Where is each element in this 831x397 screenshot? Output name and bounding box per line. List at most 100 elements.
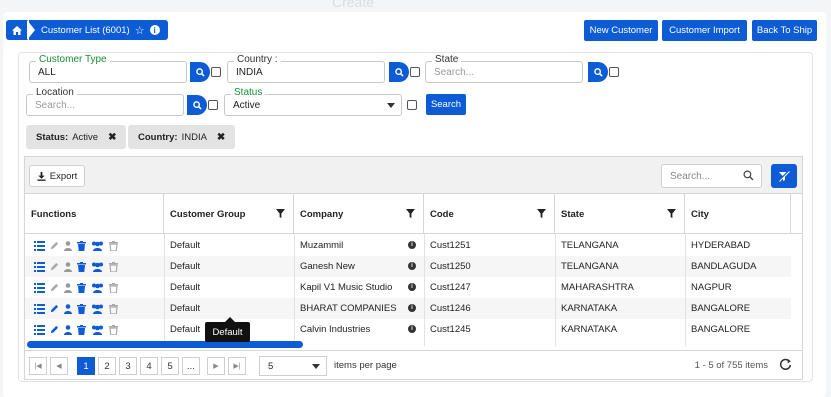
star-icon[interactable]: ☆ [135, 24, 145, 37]
status-value: Active [233, 100, 261, 111]
functions-cell [25, 319, 164, 340]
user-icon[interactable] [64, 324, 72, 335]
state-field[interactable]: State Search... [425, 54, 583, 83]
customer-import-button[interactable]: Customer Import [662, 20, 747, 41]
horizontal-scrollbar[interactable] [27, 341, 303, 348]
edit-pencil-icon[interactable] [50, 325, 59, 334]
trash-icon[interactable] [109, 240, 118, 251]
trash-icon[interactable] [109, 282, 118, 293]
list-icon[interactable] [34, 324, 45, 335]
filter-icon[interactable] [667, 209, 676, 218]
column-header-city[interactable]: City [685, 194, 791, 234]
delete-icon[interactable] [77, 282, 86, 293]
location-search-button[interactable] [187, 95, 207, 115]
state-checkbox[interactable] [609, 67, 619, 77]
clear-filters-button[interactable] [771, 164, 797, 188]
search-icon [192, 100, 202, 110]
column-header-customer-group[interactable]: Customer Group [164, 194, 294, 234]
home-icon [12, 25, 22, 35]
search-button[interactable]: Search [426, 94, 466, 115]
edit-pencil-icon[interactable] [50, 241, 59, 250]
status-checkbox[interactable] [407, 100, 417, 110]
table-row[interactable]: Default Calvin Industries i Cust1245 KARNATA… [25, 319, 791, 340]
user-icon[interactable] [64, 240, 72, 251]
filter-icon[interactable] [537, 209, 546, 218]
delete-icon[interactable] [77, 303, 86, 314]
column-header-code[interactable]: Code [424, 194, 555, 234]
location-field[interactable]: Location Search... [26, 87, 184, 116]
info-icon[interactable]: i [408, 325, 416, 333]
page-button-4[interactable]: 4 [140, 357, 158, 375]
filter-icon[interactable] [276, 209, 285, 218]
page-button-1[interactable]: 1 [77, 357, 95, 375]
back-to-ship-button[interactable]: Back To Ship [752, 20, 817, 41]
new-customer-button[interactable]: New Customer [584, 20, 658, 41]
table-row[interactable]: Default Ganesh New i Cust1250 TELANGANA BANDL… [25, 256, 791, 277]
location-label: Location [33, 87, 77, 98]
previous-page-button[interactable]: ◀ [50, 357, 68, 375]
users-group-icon[interactable] [91, 283, 104, 293]
customer-type-checkbox[interactable] [211, 67, 221, 77]
country-field[interactable]: Country : INDIA [227, 54, 385, 83]
page-size-select[interactable]: 5 [259, 356, 327, 376]
table-row[interactable]: Default Muzammil i Cust1251 TELANGANA HYDERAB… [25, 235, 791, 256]
column-header-state[interactable]: State [555, 194, 685, 234]
country-filter-chip: Country: INDIA ✖ [128, 125, 236, 149]
customer-type-search-button[interactable] [190, 62, 210, 82]
breadcrumb-separator [27, 20, 35, 40]
customer-type-field[interactable]: Customer Type ALL [29, 54, 187, 83]
grid-search-input[interactable]: Search... [661, 164, 762, 188]
delete-icon[interactable] [77, 240, 86, 251]
last-page-button[interactable]: ▶| [228, 357, 246, 375]
list-icon[interactable] [34, 303, 45, 314]
location-checkbox[interactable] [208, 100, 218, 110]
delete-icon[interactable] [77, 324, 86, 335]
close-icon[interactable]: ✖ [108, 132, 116, 143]
users-group-icon[interactable] [91, 262, 104, 272]
edit-pencil-icon[interactable] [50, 262, 59, 271]
user-icon[interactable] [64, 282, 72, 293]
edit-pencil-icon[interactable] [50, 304, 59, 313]
close-icon[interactable]: ✖ [217, 132, 225, 143]
user-icon[interactable] [64, 261, 72, 272]
info-icon[interactable]: i [408, 241, 416, 249]
city-cell: HYDERABAD [691, 240, 751, 251]
users-group-icon[interactable] [91, 304, 104, 314]
users-group-icon[interactable] [91, 325, 104, 335]
home-button[interactable] [6, 20, 28, 40]
table-row[interactable]: Default BHARAT COMPANIES i Cust1246 KARNATAK… [25, 298, 791, 319]
info-icon[interactable]: i [408, 262, 416, 270]
table-row[interactable]: Default Kapil V1 Music Studio i Cust1247 MAH… [25, 277, 791, 298]
user-icon[interactable] [64, 303, 72, 314]
page-button-3[interactable]: 3 [119, 357, 137, 375]
info-icon[interactable]: i [408, 283, 416, 291]
status-select[interactable]: Status Active [224, 87, 402, 116]
list-icon[interactable] [34, 261, 45, 272]
list-icon[interactable] [34, 240, 45, 251]
info-icon[interactable]: i [149, 25, 160, 35]
info-icon[interactable]: i [408, 304, 416, 312]
list-icon[interactable] [34, 282, 45, 293]
trash-icon[interactable] [109, 324, 118, 335]
next-page-button[interactable]: ▶ [207, 357, 225, 375]
country-checkbox[interactable] [410, 67, 420, 77]
ghost-page-title: Create [332, 0, 375, 10]
state-search-button[interactable] [588, 62, 608, 82]
page-button-2[interactable]: 2 [98, 357, 116, 375]
country-search-button[interactable] [389, 62, 409, 82]
page-button-5[interactable]: 5 [161, 357, 179, 375]
search-icon [593, 67, 603, 77]
edit-pencil-icon[interactable] [50, 283, 59, 292]
breadcrumb-title: Customer List (6001) [41, 24, 130, 36]
refresh-icon[interactable] [779, 358, 792, 371]
first-page-button[interactable]: |◀ [29, 357, 47, 375]
more-pages-button[interactable]: ... [182, 357, 200, 375]
trash-icon[interactable] [109, 261, 118, 272]
export-button[interactable]: Export [29, 165, 85, 187]
filter-icon[interactable] [406, 209, 415, 218]
delete-icon[interactable] [77, 261, 86, 272]
column-header-company[interactable]: Company [294, 194, 424, 234]
trash-icon[interactable] [109, 303, 118, 314]
code-cell: Cust1251 [430, 240, 471, 251]
users-group-icon[interactable] [91, 241, 104, 251]
